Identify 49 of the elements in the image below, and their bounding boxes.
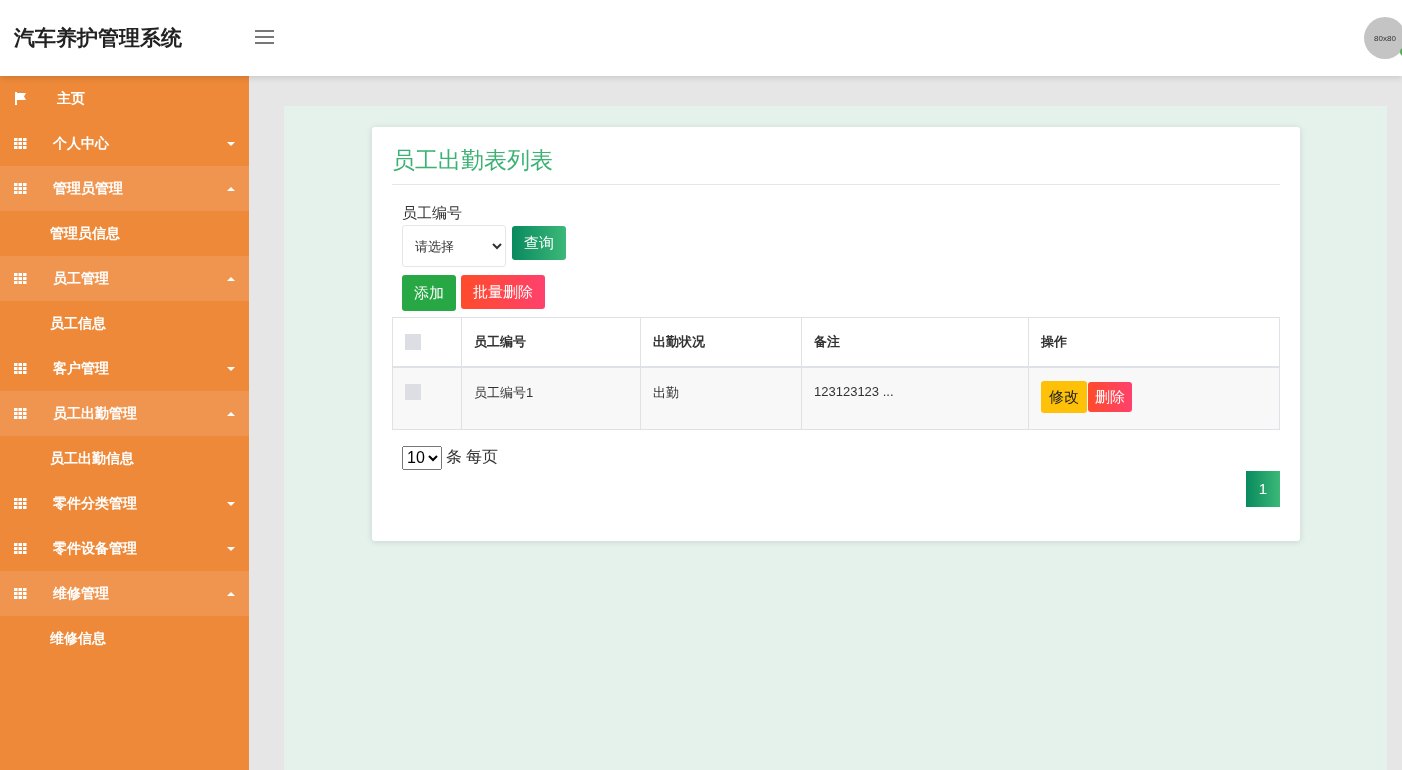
sidebar-subitem[interactable]: 员工信息 [0, 301, 249, 346]
sidebar-subitem[interactable]: 员工出勤信息 [0, 436, 249, 481]
table-cell: 员工编号1 [461, 367, 641, 429]
caret-down-icon [227, 141, 235, 146]
page-size-label: 条 每页 [446, 447, 499, 467]
grid-icon [14, 138, 27, 149]
caret-down-icon [227, 546, 235, 551]
table-cell: 123123123 ... [801, 367, 1029, 429]
caret-down-icon [227, 501, 235, 506]
sidebar-group[interactable]: 零件设备管理 [0, 526, 249, 571]
grid-icon [14, 498, 27, 509]
sidebar-group[interactable]: 员工管理 [0, 256, 249, 301]
grid-icon [14, 363, 27, 374]
sidebar-subitem[interactable]: 维修信息 [0, 616, 249, 661]
grid-icon [14, 588, 27, 599]
caret-up-icon [227, 276, 235, 281]
sidebar-item[interactable]: 主页 [0, 76, 249, 121]
filter-label: 员工编号 [402, 204, 463, 223]
sidebar-group[interactable]: 管理员管理 [0, 166, 249, 211]
select-all-checkbox[interactable] [405, 334, 421, 350]
sidebar-group[interactable]: 客户管理 [0, 346, 249, 391]
batch-delete-button[interactable]: 批量删除 [461, 275, 545, 309]
sidebar-subitem[interactable]: 管理员信息 [0, 211, 249, 256]
grid-icon [14, 273, 27, 284]
caret-up-icon [227, 186, 235, 191]
flag-icon [14, 92, 27, 105]
caret-up-icon [227, 591, 235, 596]
sidebar-group[interactable]: 个人中心 [0, 121, 249, 166]
delete-button[interactable]: 删除 [1088, 382, 1132, 412]
sidebar-group[interactable]: 员工出勤管理 [0, 391, 249, 436]
caret-up-icon [227, 411, 235, 416]
table-cell: 出勤 [640, 367, 802, 429]
row-checkbox[interactable] [405, 384, 421, 400]
edit-button[interactable]: 修改 [1041, 381, 1087, 413]
sidebar-group[interactable]: 维修管理 [0, 571, 249, 616]
app-title: 汽车养护管理系统 [13, 25, 183, 51]
card-title: 员工出勤表列表 [392, 145, 1280, 185]
employee-select[interactable]: 请选择 [402, 225, 506, 267]
menu-button[interactable] [254, 30, 276, 46]
sidebar-group[interactable]: 零件分类管理 [0, 481, 249, 526]
avatar[interactable]: 80x80 [1364, 17, 1402, 59]
search-button[interactable]: 查询 [512, 226, 566, 260]
page-button[interactable]: 1 [1246, 470, 1280, 507]
grid-icon [14, 408, 27, 419]
caret-down-icon [227, 366, 235, 371]
add-button[interactable]: 添加 [402, 275, 456, 311]
page-size-select[interactable]: 10 [402, 445, 442, 470]
grid-icon [14, 183, 27, 194]
grid-icon [14, 543, 27, 554]
